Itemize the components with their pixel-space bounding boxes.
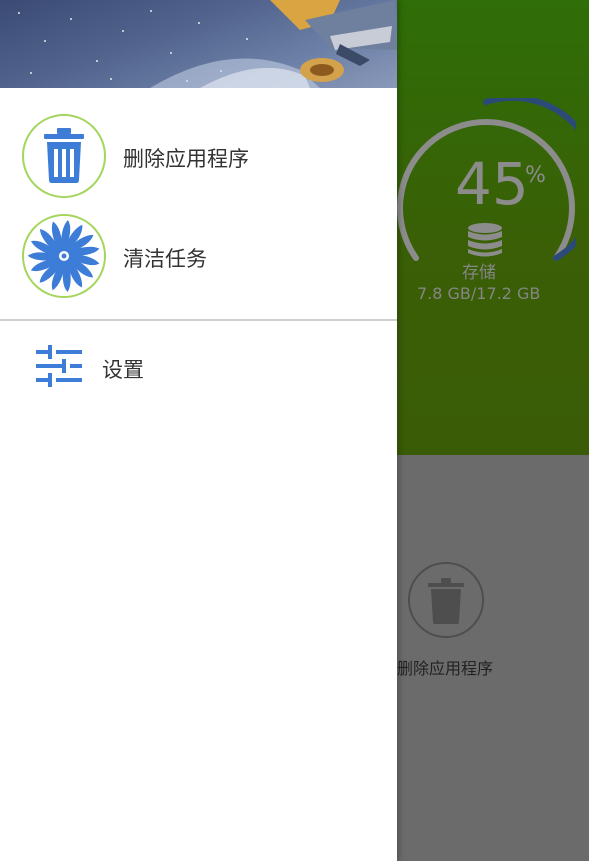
navigation-drawer: 删除应用程序 清洁任务 设置 (0, 0, 397, 861)
trash-icon (44, 128, 84, 183)
menu-item-settings[interactable]: 设置 (0, 330, 397, 402)
storage-percent: 45 (455, 150, 529, 218)
trash-icon (428, 578, 464, 624)
storage-label: 存储 (462, 263, 496, 283)
settings-label: 设置 (102, 358, 144, 382)
trash-icon-circle (22, 114, 106, 198)
menu-item-label: 清洁任务 (123, 247, 207, 271)
menu-item-label: 删除应用程序 (123, 147, 249, 171)
menu-item-clean-tasks[interactable]: 清洁任务 (0, 200, 397, 300)
storage-value: 7.8 GB/17.2 GB (417, 284, 541, 303)
sliders-icon (36, 345, 82, 387)
percent-sign: % (525, 163, 546, 188)
drawer-header-image (0, 0, 397, 88)
uninstall-label: 删除应用程序 (397, 659, 494, 678)
drawer-divider (0, 319, 397, 321)
fan-icon (27, 220, 100, 293)
menu-item-uninstall[interactable]: 删除应用程序 (0, 100, 397, 200)
database-icon (468, 223, 502, 257)
fan-icon-circle (22, 214, 106, 298)
